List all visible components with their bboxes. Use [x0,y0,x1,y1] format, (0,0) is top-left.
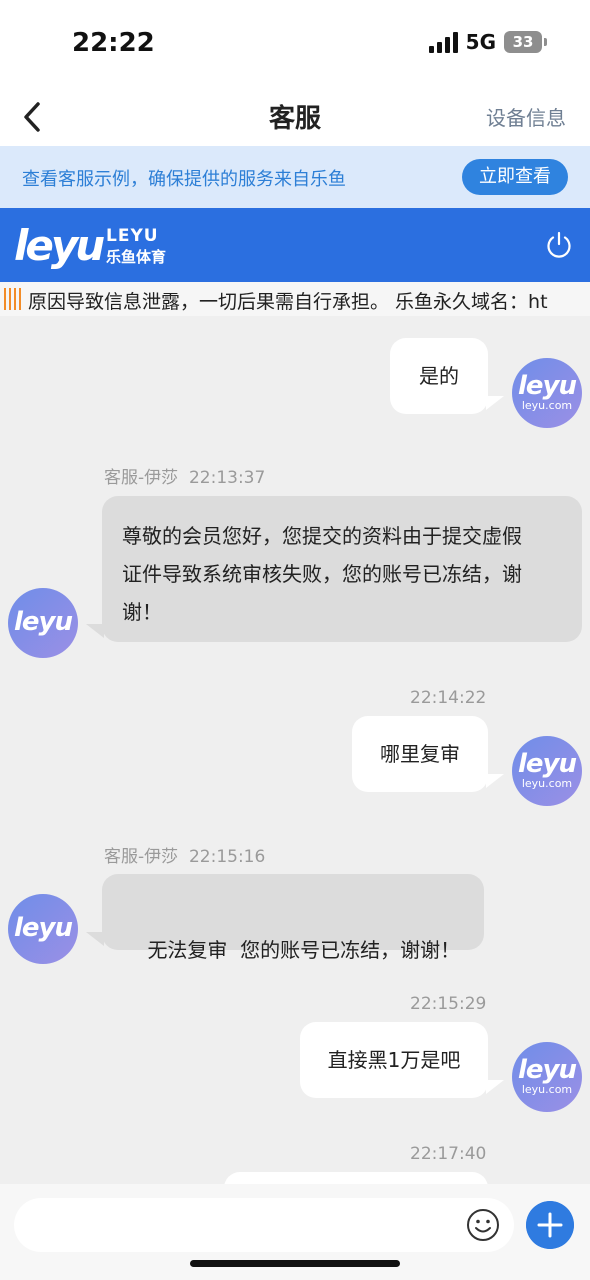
bubble-tail [86,624,104,638]
bubble-tail [486,396,504,410]
user-message-bubble [224,1172,488,1184]
marquee-notice: 原因导致信息泄露，一切后果需自行承担。 乐鱼永久域名：ht [0,282,590,316]
message-line: 证件导致系统审核失败，您的账号已冻结，谢 [122,562,522,586]
agent-message-bubble: 无法复审 您的账号已冻结，谢谢！ [102,874,484,962]
power-icon[interactable] [544,230,574,260]
message-input[interactable] [14,1198,514,1252]
user-avatar: leyu leyu.com [512,736,582,806]
nav-bar: 客服 设备信息 [0,88,590,146]
message-line: 尊敬的会员您好，您提交的资料由于提交虚假 [122,524,522,548]
message-time: 22:17:40 [410,1144,487,1164]
device-info-link[interactable]: 设备信息 [486,102,566,131]
message-time: 22:15:29 [410,994,487,1014]
status-time: 22:22 [72,28,155,58]
agent-avatar: leyu [8,588,78,658]
home-indicator [190,1260,400,1267]
network-type: 5G [465,30,496,54]
agent-name: 客服-伊莎 22:13:37 [104,468,266,488]
bubble-tail [86,932,104,946]
message-text: 哪里复审 [380,742,460,766]
svg-text:乐鱼体育: 乐鱼体育 [106,248,166,266]
speaker-icon [4,288,21,310]
agent-avatar: leyu [8,894,78,964]
user-message-bubble: 哪里复审 [352,716,488,792]
leyu-logo: leyu LEYU 乐鱼体育 [14,221,166,270]
view-now-button[interactable]: 立即查看 [462,159,568,195]
svg-text:leyu: leyu [14,221,104,270]
user-message-bubble: 是的 [390,338,488,414]
user-avatar: leyu leyu.com [512,358,582,428]
user-avatar: leyu leyu.com [512,1042,582,1112]
agent-message-bubble: 尊敬的会员您好，您提交的资料由于提交虚假 证件导致系统审核失败，您的账号已冻结，… [102,496,582,642]
message-time: 22:15:16 [188,847,266,867]
battery-icon: 33 [504,31,547,53]
add-icon[interactable] [526,1201,574,1249]
notice-text: 查看客服示例，确保提供的服务来自乐鱼 [22,169,346,190]
user-message-bubble: 直接黑1万是吧 [300,1022,488,1098]
status-bar: 22:22 5G 33 [0,0,590,88]
svg-text:LEYU: LEYU [106,226,159,246]
agent-name: 客服-伊莎 22:15:16 [104,847,266,867]
message-time: 22:13:37 [188,468,266,488]
battery-level: 33 [512,33,534,51]
status-indicators: 5G 33 [428,30,547,54]
notice-banner: 查看客服示例，确保提供的服务来自乐鱼 立即查看 [0,146,590,208]
emoji-icon[interactable] [466,1208,500,1242]
bubble-tail [486,1080,504,1094]
message-time: 22:14:22 [410,688,487,708]
message-text: 无法复审 您的账号已冻结，谢谢！ [147,938,461,962]
message-text: 是的 [419,364,459,388]
bubble-tail [486,774,504,788]
signal-icon [428,31,458,53]
message-line: 谢！ [122,600,162,624]
marquee-text: 原因导致信息泄露，一切后果需自行承担。 乐鱼永久域名：ht [28,291,548,313]
message-text: 直接黑1万是吧 [327,1048,461,1072]
chat-area[interactable]: 是的 leyu leyu.com 客服-伊莎 22:13:37 尊敬的会员您好，您… [0,316,590,1184]
brand-header: leyu LEYU 乐鱼体育 [0,208,590,282]
